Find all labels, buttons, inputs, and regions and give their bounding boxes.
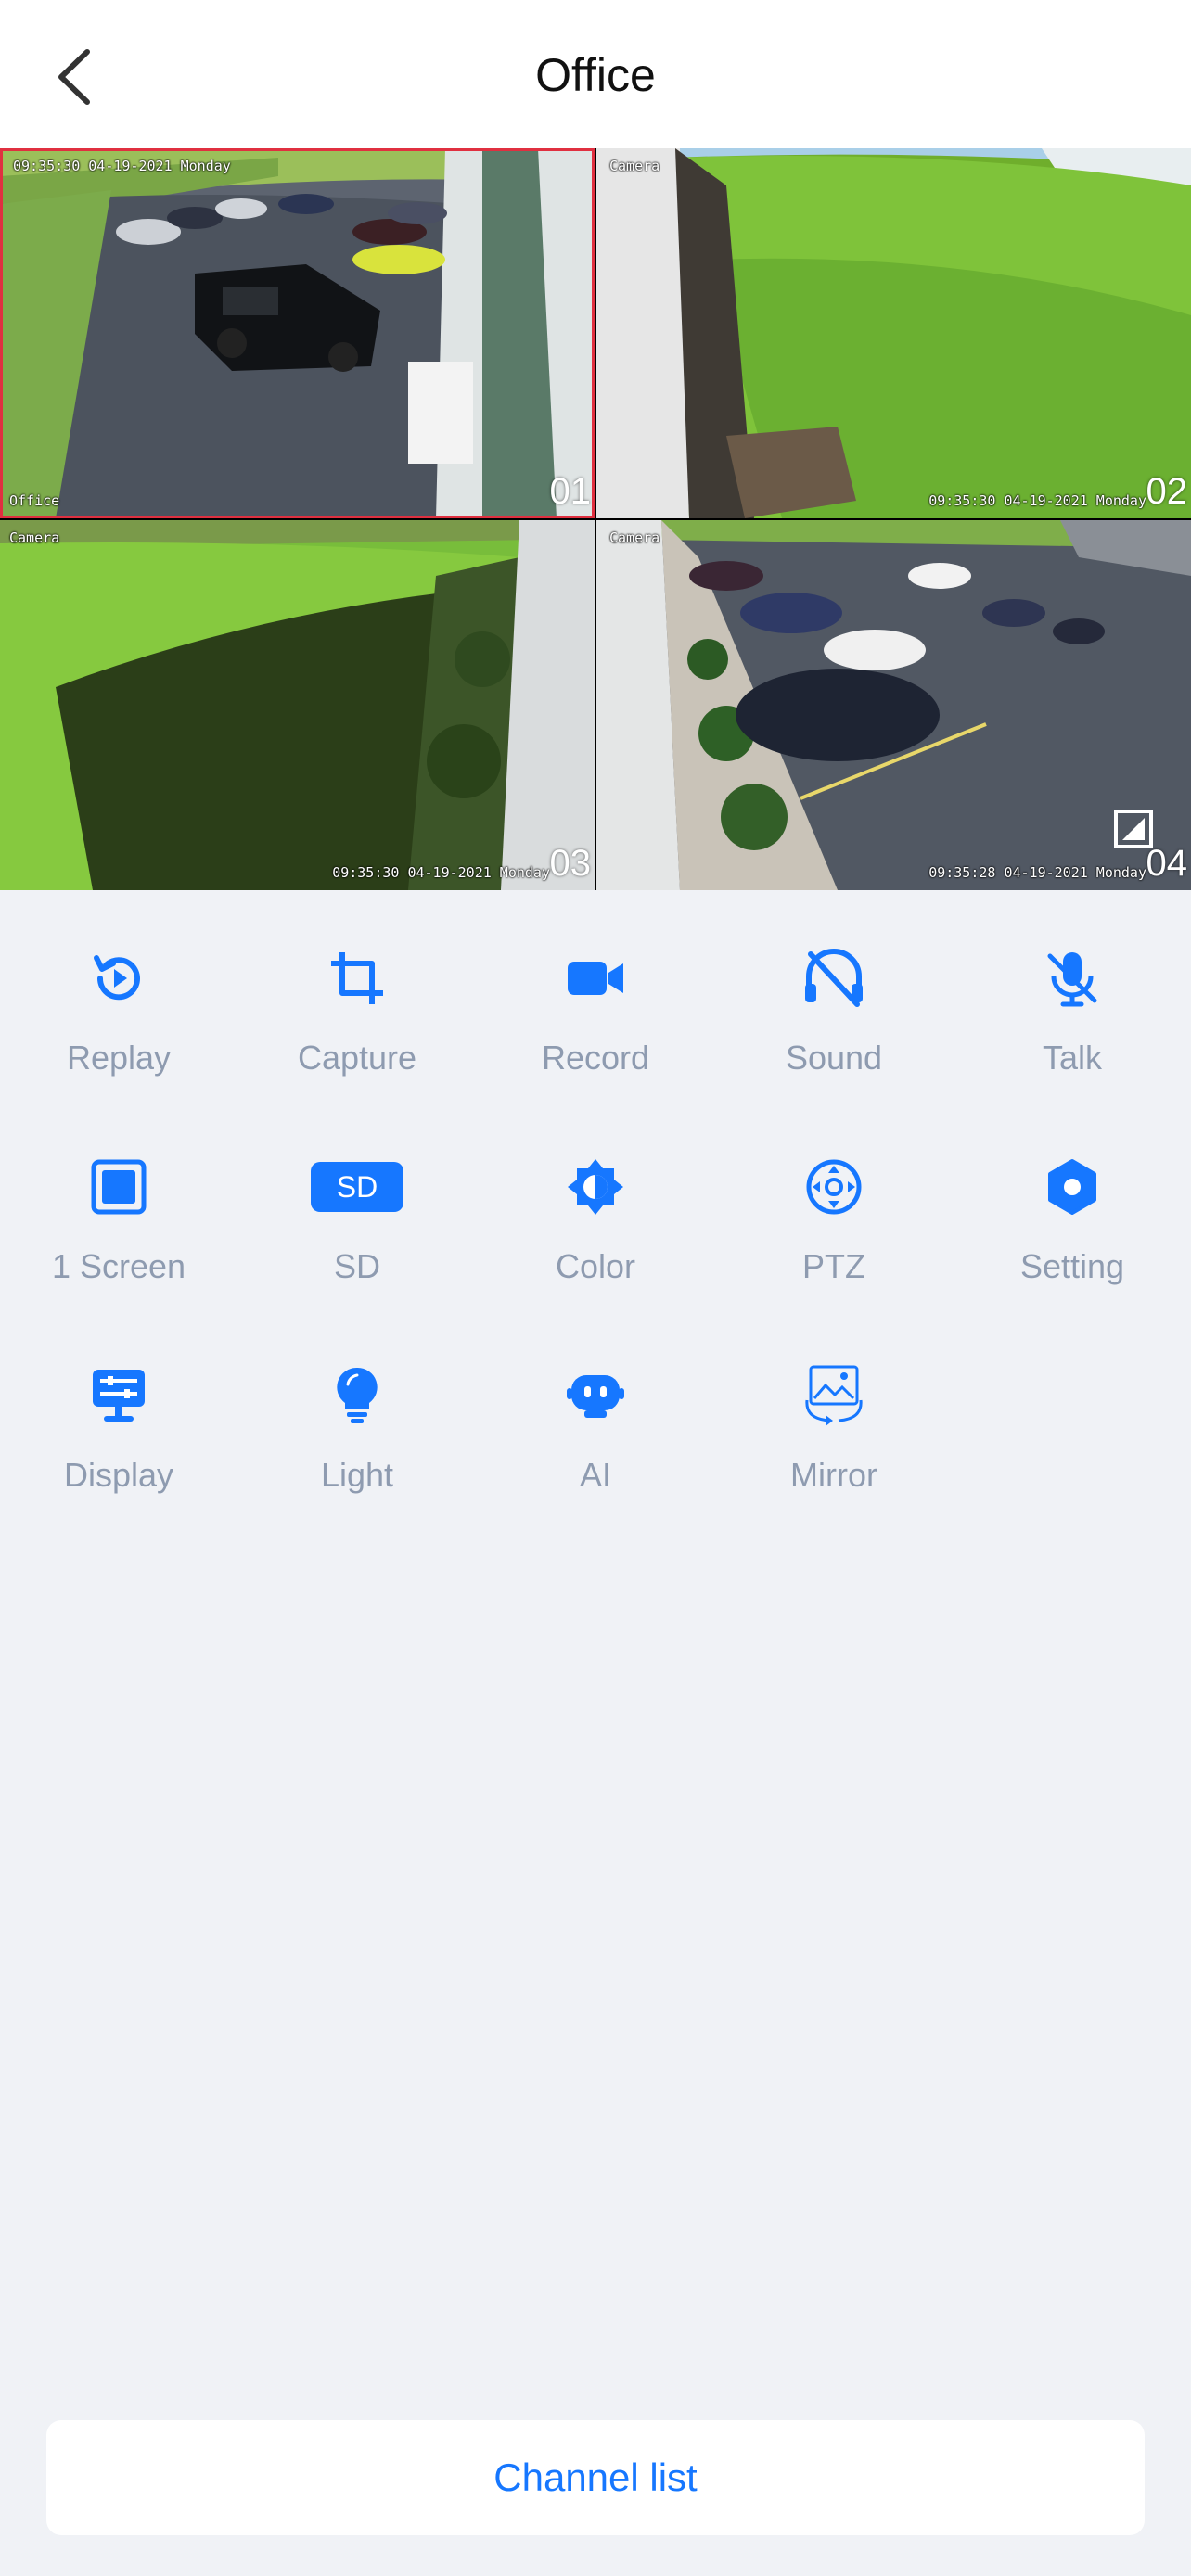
display-button[interactable]: Display: [0, 1307, 237, 1494]
page-title: Office: [535, 49, 656, 101]
single-screen-icon: [91, 1159, 147, 1215]
control-label: 1 Screen: [51, 1247, 186, 1285]
capture-button[interactable]: Capture: [238, 890, 476, 1077]
channel-number: 03: [549, 843, 592, 884]
light-button[interactable]: Light: [238, 1307, 476, 1494]
camera-feed-image: [0, 148, 595, 518]
header-bar: Office: [0, 0, 1191, 148]
control-label: Capture: [297, 1039, 417, 1077]
camera-view-02[interactable]: Camera 09:35:30 04-19-2021 Monday 02: [596, 148, 1191, 518]
ai-button[interactable]: AI: [477, 1307, 714, 1494]
camera-osd-name: Camera: [609, 158, 660, 174]
display-settings-icon: [93, 1370, 145, 1422]
brightness-icon: [568, 1159, 623, 1215]
video-camera-icon: [568, 962, 623, 995]
camera-feed-image: [596, 520, 1191, 890]
sd-icon: SD: [311, 1162, 403, 1212]
sd-button[interactable]: SD SD: [238, 1099, 476, 1285]
ai-robot-icon: [567, 1375, 624, 1418]
record-button[interactable]: Record: [477, 890, 714, 1077]
camera-osd-name: Camera: [9, 529, 60, 546]
talk-button[interactable]: Talk: [954, 890, 1191, 1077]
setting-button[interactable]: Setting: [954, 1099, 1191, 1285]
camera-osd-name: Office: [9, 492, 60, 509]
control-label: Talk: [1042, 1039, 1103, 1077]
control-label: Setting: [1019, 1247, 1125, 1285]
channel-number: 02: [1146, 471, 1188, 512]
replay-icon: [94, 955, 140, 1001]
camera-osd-timestamp: 09:35:30 04-19-2021 Monday: [928, 492, 1146, 509]
one-screen-button[interactable]: 1 Screen: [0, 1099, 237, 1285]
camera-osd-timestamp: 09:35:28 04-19-2021 Monday: [928, 864, 1146, 881]
camera-osd-timestamp: 09:35:30 04-19-2021 Monday: [332, 864, 550, 881]
control-label: Display: [63, 1456, 174, 1494]
channel-number: 01: [549, 471, 592, 512]
control-label: Sound: [785, 1039, 883, 1077]
control-label: AI: [579, 1456, 611, 1494]
lightbulb-icon: [337, 1367, 378, 1423]
control-label: Record: [541, 1039, 650, 1077]
control-label: PTZ: [802, 1247, 865, 1285]
camera-feed-image: [0, 520, 595, 890]
crop-icon: [331, 952, 383, 1004]
control-label: Light: [320, 1456, 394, 1494]
sound-off-icon: [805, 949, 863, 1007]
color-button[interactable]: Color: [477, 1099, 714, 1285]
sound-button[interactable]: Sound: [715, 890, 953, 1077]
camera-osd-name: Camera: [609, 529, 660, 546]
replay-button[interactable]: Replay: [0, 890, 237, 1077]
control-label: Color: [555, 1247, 636, 1285]
camera-view-04[interactable]: Camera 09:35:28 04-19-2021 Monday 04: [596, 520, 1191, 890]
control-label: Replay: [66, 1039, 172, 1077]
camera-view-03[interactable]: Camera 09:35:30 04-19-2021 Monday 03: [0, 520, 595, 890]
control-label: Mirror: [790, 1456, 877, 1494]
mirror-icon: [805, 1365, 863, 1426]
camera-feed-image: [596, 148, 1191, 518]
mic-off-icon: [1047, 952, 1097, 1007]
camera-view-01[interactable]: 09:35:30 04-19-2021 Monday Office 01: [0, 148, 595, 518]
channel-list-button[interactable]: Channel list: [46, 2420, 1145, 2535]
ptz-icon: [806, 1159, 862, 1215]
camera-osd-timestamp: 09:35:30 04-19-2021 Monday: [13, 158, 231, 174]
camera-grid: 09:35:30 04-19-2021 Monday Office 01 Cam…: [0, 148, 1191, 890]
channel-number: 04: [1146, 843, 1188, 884]
ptz-button[interactable]: PTZ: [715, 1099, 953, 1285]
mirror-button[interactable]: Mirror: [715, 1307, 953, 1494]
control-label: SD: [333, 1247, 380, 1285]
gear-icon: [1048, 1159, 1096, 1215]
